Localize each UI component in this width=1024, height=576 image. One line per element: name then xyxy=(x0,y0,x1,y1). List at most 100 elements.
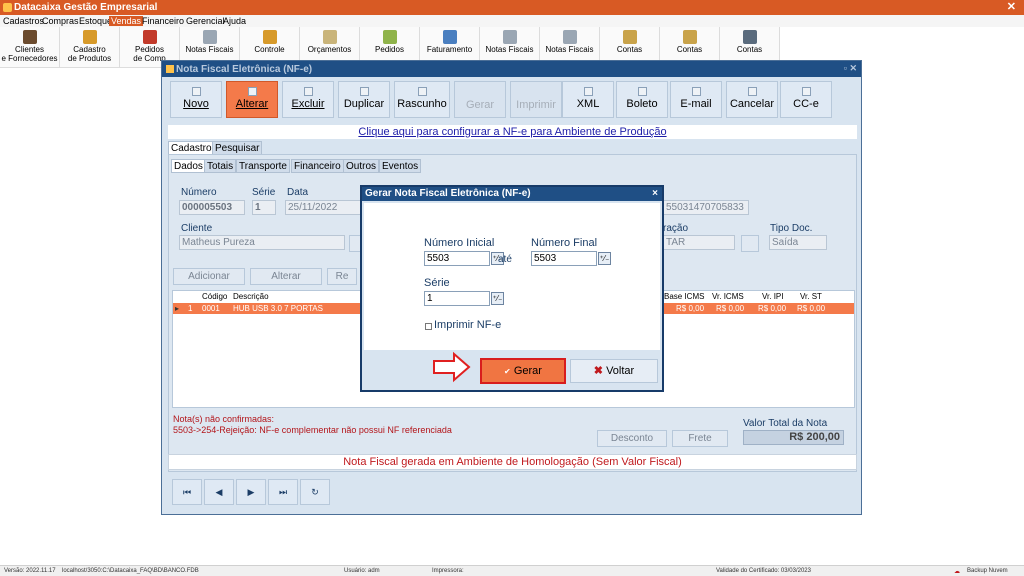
email-button[interactable]: E-mail xyxy=(670,81,722,118)
tab-dados[interactable]: Dados xyxy=(171,159,206,173)
numero-field[interactable]: 000005503 xyxy=(179,200,245,215)
data-field[interactable]: 25/11/2022 xyxy=(285,200,363,215)
invoice-icon xyxy=(202,30,217,44)
numero-final-input[interactable]: 5503 xyxy=(531,251,597,266)
menu-financeiro[interactable]: Financeiro xyxy=(140,16,186,26)
toolbar-produtos-button[interactable]: Cadastro de Produtos xyxy=(60,27,120,68)
config-production-link[interactable]: Clique aqui para configurar a NF-e para … xyxy=(168,125,857,139)
error-message: 5503->254-Rejeição: NF-e complementar nã… xyxy=(173,425,452,435)
action-bar: Novo Alterar Excluir Duplicar Rascunho G… xyxy=(170,81,832,119)
tab-pesquisar[interactable]: Pesquisar xyxy=(212,141,263,155)
status-backup[interactable]: Backup Nuvem xyxy=(967,568,1008,574)
duplicate-icon xyxy=(359,87,369,96)
dialog-serie-input[interactable]: 1 xyxy=(424,291,490,306)
total-label: Valor Total da Nota xyxy=(743,418,828,429)
tab-eventos[interactable]: Eventos xyxy=(379,159,422,173)
numero-inicial-label: Número Inicial xyxy=(424,237,495,249)
imprimir-button[interactable]: Imprimir xyxy=(510,81,562,118)
adicionar-item-button[interactable]: Adicionar xyxy=(173,268,245,285)
control-icon xyxy=(262,30,277,44)
chave-field[interactable]: 55031470705833 xyxy=(663,200,749,215)
nfe-window-title-bar: Nota Fiscal Eletrônica (NF-e) ▫ ✕ xyxy=(162,61,861,77)
gerar-toolbar-button[interactable]: Gerar xyxy=(454,81,506,118)
operacao-field[interactable]: TAR xyxy=(663,235,735,250)
dialog-serie-label: Série xyxy=(424,277,450,289)
window-controls-icon[interactable]: ▫ ✕ xyxy=(844,63,857,74)
operacao-button[interactable] xyxy=(741,235,759,252)
x-icon: ✖ xyxy=(593,365,603,377)
duplicar-button[interactable]: Duplicar xyxy=(338,81,390,118)
correction-icon xyxy=(801,87,811,96)
remover-item-button[interactable]: Re xyxy=(327,268,357,285)
next-record-icon[interactable]: ▶ xyxy=(236,479,266,505)
sales-order-icon xyxy=(382,30,397,44)
accounts-icon xyxy=(742,30,757,44)
row-marker-icon: ▸ xyxy=(175,304,180,313)
barcode-icon xyxy=(637,87,647,96)
cce-button[interactable]: CC-e xyxy=(780,81,832,118)
xml-icon xyxy=(583,87,593,96)
accounts-icon xyxy=(682,30,697,44)
col-vr-icms: Vr. ICMS xyxy=(712,292,744,301)
ate-label: até xyxy=(498,254,512,265)
frete-button[interactable]: Frete xyxy=(672,430,728,447)
alterar-button[interactable]: Alterar xyxy=(226,81,278,118)
tab-transporte[interactable]: Transporte xyxy=(236,159,290,173)
prev-record-icon[interactable]: ◀ xyxy=(204,479,234,505)
refresh-icon[interactable]: ↻ xyxy=(300,479,330,505)
novo-button[interactable]: Novo xyxy=(170,81,222,118)
alterar-item-button[interactable]: Alterar xyxy=(250,268,322,285)
accounts-icon xyxy=(622,30,637,44)
dialog-footer: ✔ Gerar ✖ Voltar xyxy=(364,352,660,390)
menu-vendas[interactable]: Vendas xyxy=(109,16,144,26)
numero-inicial-input[interactable]: 5503 xyxy=(424,251,490,266)
cloud-icon: ☁ xyxy=(954,569,960,575)
calculator-icon[interactable]: ⁺⁄₋ xyxy=(598,252,611,265)
serie-field[interactable]: 1 xyxy=(252,200,276,215)
gerar-nfe-dialog: Gerar Nota Fiscal Eletrônica (NF-e) × Nú… xyxy=(360,185,664,392)
nfe-window-title: Nota Fiscal Eletrônica (NF-e) xyxy=(176,64,313,75)
col-vr-ipi: Vr. IPI xyxy=(762,292,784,301)
gerar-button[interactable]: ✔ Gerar xyxy=(480,358,566,384)
dialog-title: Gerar Nota Fiscal Eletrônica (NF-e) xyxy=(365,188,531,199)
status-printer: Impressora: xyxy=(432,568,464,574)
record-navigator: ⏮ ◀ ▶ ⏭ ↻ xyxy=(172,479,332,507)
close-icon[interactable]: ✕ xyxy=(1007,0,1016,13)
col-vr-st: Vr. ST xyxy=(800,292,822,301)
menu-ajuda[interactable]: Ajuda xyxy=(221,16,248,26)
dialog-body: Número Inicial 5503 ⁺⁄₋ até Número Final… xyxy=(364,203,660,350)
tab-financeiro[interactable]: Financeiro xyxy=(291,159,344,173)
last-record-icon[interactable]: ⏭ xyxy=(268,479,298,505)
tab-cadastro[interactable]: Cadastro xyxy=(168,141,215,155)
status-version: Versão: 2022.11.17 xyxy=(4,568,56,574)
col-codigo: Código xyxy=(202,292,228,301)
error-title: Nota(s) não confirmadas: xyxy=(173,414,275,424)
calculator-icon[interactable]: ⁺⁄₋ xyxy=(491,292,504,305)
total-value: R$ 200,00 xyxy=(743,430,844,445)
cancelar-button[interactable]: Cancelar xyxy=(726,81,778,118)
voltar-button[interactable]: ✖ Voltar xyxy=(570,359,658,383)
tab-totais[interactable]: Totais xyxy=(204,159,237,173)
app-logo-icon xyxy=(3,3,12,12)
people-icon xyxy=(22,30,37,44)
mail-icon xyxy=(691,87,701,96)
serie-label: Série xyxy=(252,187,276,198)
close-icon[interactable]: × xyxy=(652,188,658,199)
tab-outros[interactable]: Outros xyxy=(343,159,380,173)
boleto-button[interactable]: Boleto xyxy=(616,81,668,118)
desconto-button[interactable]: Desconto xyxy=(597,430,667,447)
excluir-button[interactable]: Excluir xyxy=(282,81,334,118)
toolbar-clientes-button[interactable]: Clientes e Fornecedores xyxy=(0,27,60,68)
invoice-icon xyxy=(562,30,577,44)
imprimir-nfe-checkbox[interactable] xyxy=(425,323,432,330)
cliente-field[interactable]: Matheus Pureza xyxy=(179,235,345,250)
menu-compras[interactable]: Compras xyxy=(40,16,81,26)
products-icon xyxy=(82,30,97,44)
first-record-icon[interactable]: ⏮ xyxy=(172,479,202,505)
check-icon: ✔ xyxy=(504,367,511,376)
window-icon xyxy=(166,65,174,73)
rascunho-button[interactable]: Rascunho xyxy=(394,81,450,118)
xml-button[interactable]: XML xyxy=(562,81,614,118)
homologation-banner: Nota Fiscal gerada em Ambiente de Homolo… xyxy=(168,454,857,470)
tipodoc-field[interactable]: Saída xyxy=(769,235,827,250)
